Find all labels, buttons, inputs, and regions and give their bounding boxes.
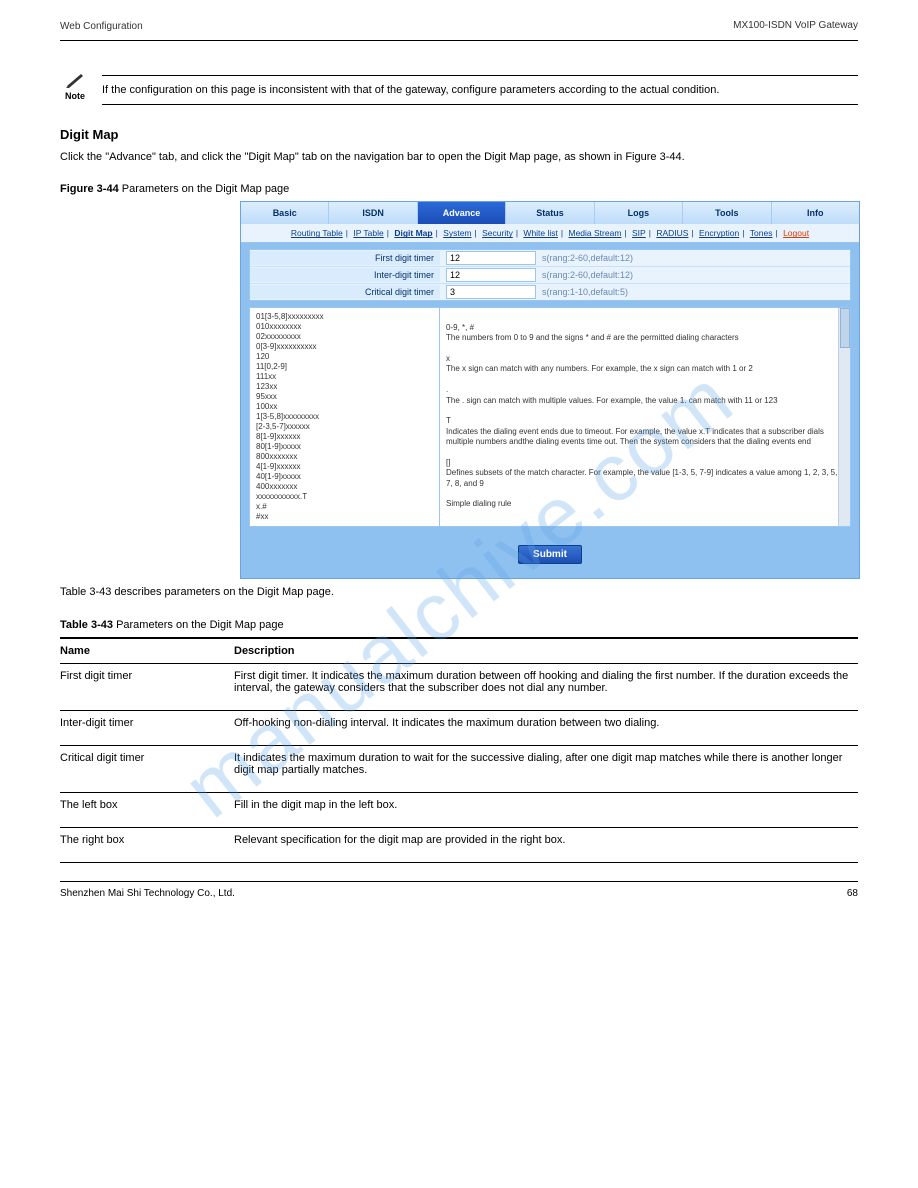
cell-desc: First digit timer. It indicates the maxi… [230,663,858,710]
input-first-digit-timer[interactable] [446,251,536,265]
table-row: First digit timer First digit timer. It … [60,663,858,710]
table-row: Critical digit timer It indicates the ma… [60,745,858,792]
subnav-system[interactable]: System [443,228,471,238]
table-row: The left box Fill in the digit map in th… [60,792,858,827]
submit-button[interactable]: Submit [518,545,582,564]
table-caption-text: Parameters on the Digit Map page [116,619,284,631]
help-text: 0-9, *, # The numbers from 0 to 9 and th… [446,323,837,509]
tab-logs[interactable]: Logs [595,202,683,224]
hint-first-digit-timer: s(rang:2-60,default:12) [542,253,633,263]
digit-map-textarea[interactable]: 01[3-5,8]xxxxxxxxx 010xxxxxxxx 02xxxxxxx… [250,308,440,526]
table-row: Inter-digit timer Off-hooking non-dialin… [60,710,858,745]
note-text: If the configuration on this page is inc… [102,84,858,96]
figure-caption: Figure 3-44 Parameters on the Digit Map … [60,183,858,195]
figure-caption-text: Parameters on the Digit Map page [122,183,290,195]
subnav-tones[interactable]: Tones [750,228,773,238]
note-block: Note If the configuration on this page i… [60,71,858,109]
section-title: Digit Map [60,127,858,142]
subnav-logout[interactable]: Logout [783,228,809,238]
th-description: Description [230,638,858,664]
page-header: Web Configuration MX100-ISDN VoIP Gatewa… [60,20,858,32]
table-row: The right box Relevant specification for… [60,827,858,862]
subnav-digit-map[interactable]: Digit Map [394,228,432,238]
subnav-routing-table[interactable]: Routing Table [291,228,343,238]
cell-name: Critical digit timer [60,745,230,792]
subnav-media-stream[interactable]: Media Stream [569,228,622,238]
tab-status[interactable]: Status [506,202,594,224]
subnav-sip[interactable]: SIP [632,228,646,238]
parameter-table: Name Description First digit timer First… [60,637,858,863]
scrollbar-thumb[interactable] [840,308,850,348]
section-intro: Click the "Advance" tab, and click the "… [60,150,858,165]
tab-basic[interactable]: Basic [241,202,329,224]
th-name: Name [60,638,230,664]
figure-caption-label: Figure 3-44 [60,183,119,195]
input-critical-digit-timer[interactable] [446,285,536,299]
note-bottom-rule [102,104,858,105]
section-outro: Table 3-43 describes parameters on the D… [60,585,858,600]
tab-info[interactable]: Info [772,202,859,224]
header-right: MX100-ISDN VoIP Gateway [733,20,858,31]
screenshot-figure: Basic ISDN Advance Status Logs Tools Inf… [240,201,860,579]
row-inter-digit-timer: Inter-digit timer s(rang:2-60,default:12… [250,267,850,284]
header-left: Web Configuration [60,21,143,32]
label-inter-digit-timer: Inter-digit timer [250,268,440,282]
sub-nav: Routing Table| IP Table| Digit Map| Syst… [241,224,859,243]
textarea-row: 01[3-5,8]xxxxxxxxx 010xxxxxxxx 02xxxxxxx… [249,307,851,527]
input-inter-digit-timer[interactable] [446,268,536,282]
label-critical-digit-timer: Critical digit timer [250,285,440,299]
label-first-digit-timer: First digit timer [250,251,440,265]
subnav-radius[interactable]: RADIUS [656,228,688,238]
subnav-security[interactable]: Security [482,228,513,238]
tab-isdn[interactable]: ISDN [329,202,417,224]
note-icon: Note [60,71,90,101]
cell-name: Inter-digit timer [60,710,230,745]
table-caption-label: Table 3-43 [60,619,113,631]
cell-name: First digit timer [60,663,230,710]
cell-name: The right box [60,827,230,862]
hint-inter-digit-timer: s(rang:2-60,default:12) [542,270,633,280]
row-critical-digit-timer: Critical digit timer s(rang:1-10,default… [250,284,850,300]
cell-desc: Fill in the digit map in the left box. [230,792,858,827]
header-divider [60,40,858,41]
page-footer: Shenzhen Mai Shi Technology Co., Ltd. 68 [60,881,858,899]
subnav-white-list[interactable]: White list [523,228,557,238]
timer-form: First digit timer s(rang:2-60,default:12… [249,249,851,301]
subnav-ip-table[interactable]: IP Table [353,228,383,238]
row-first-digit-timer: First digit timer s(rang:2-60,default:12… [250,250,850,267]
note-label: Note [65,91,85,101]
table-caption: Table 3-43 Parameters on the Digit Map p… [60,619,858,631]
tab-advance[interactable]: Advance [418,202,506,224]
cell-desc: Off-hooking non-dialing interval. It ind… [230,710,858,745]
note-top-rule [102,75,858,76]
tab-tools[interactable]: Tools [683,202,771,224]
cell-name: The left box [60,792,230,827]
digit-map-help-textarea[interactable]: 0-9, *, # The numbers from 0 to 9 and th… [440,308,850,526]
cell-desc: Relevant specification for the digit map… [230,827,858,862]
subnav-encryption[interactable]: Encryption [699,228,739,238]
footer-left: Shenzhen Mai Shi Technology Co., Ltd. [60,888,235,899]
cell-desc: It indicates the maximum duration to wai… [230,745,858,792]
hint-critical-digit-timer: s(rang:1-10,default:5) [542,287,628,297]
footer-page-number: 68 [847,888,858,899]
main-tabs: Basic ISDN Advance Status Logs Tools Inf… [241,202,859,224]
submit-row: Submit [241,535,859,578]
scrollbar[interactable] [838,308,850,526]
